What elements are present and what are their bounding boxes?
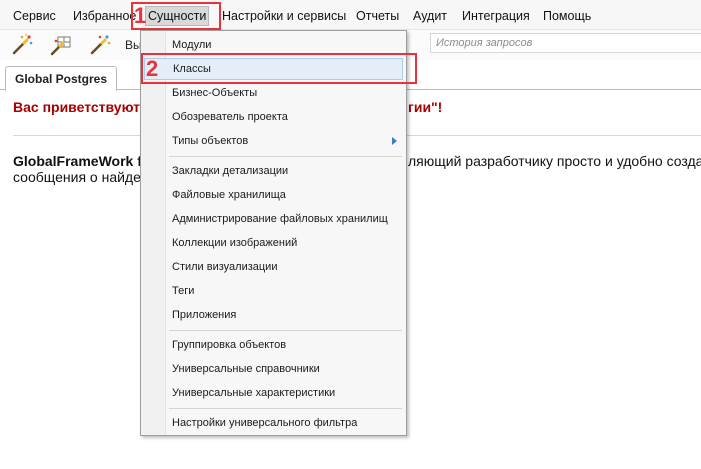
menu-item-business-objects[interactable]: Бизнес-Объекты <box>144 82 403 104</box>
menu-integration[interactable]: Интеграция <box>460 7 532 25</box>
menu-reports[interactable]: Отчеты <box>354 7 401 25</box>
annotation-box-2 <box>141 53 417 84</box>
menu-help[interactable]: Помощь <box>541 7 593 25</box>
menu-bar: Сервис Избранное Сущности Настройки и се… <box>0 0 701 30</box>
annotation-number-1: 1 <box>134 3 147 28</box>
menu-audit[interactable]: Аудит <box>411 7 449 25</box>
menu-service[interactable]: Сервис <box>11 7 58 25</box>
menu-separator <box>169 408 402 409</box>
menu-item-object-types-label: Типы объектов <box>172 135 249 147</box>
submenu-arrow-icon <box>392 137 397 145</box>
welcome-heading: Вас приветствуют р <box>13 99 153 115</box>
menu-item-universal-filter-settings[interactable]: Настройки универсального фильтра <box>144 412 403 434</box>
menu-item-universal-references[interactable]: Универсальные справочники <box>144 358 403 380</box>
menu-item-visual-styles[interactable]: Стили визуализации <box>144 256 403 278</box>
description-text-end: ляющий разработчику просто и удобно созд… <box>408 153 701 169</box>
menu-item-object-grouping[interactable]: Группировка объектов <box>144 334 403 356</box>
tab-global-postgres[interactable]: Global Postgres <box>5 66 117 91</box>
entities-dropdown-menu: Модули Классы Бизнес-Объекты Обозревател… <box>140 30 407 436</box>
menu-item-image-collections[interactable]: Коллекции изображений <box>144 232 403 254</box>
history-search-input[interactable] <box>430 33 701 53</box>
menu-item-file-storages[interactable]: Файловые хранилища <box>144 184 403 206</box>
description-bold: GlobalFrameWork fo <box>13 153 151 169</box>
menu-item-project-explorer[interactable]: Обозреватель проекта <box>144 106 403 128</box>
menu-settings-services[interactable]: Настройки и сервисы <box>220 7 348 25</box>
description-line-2: сообщения о найден <box>13 169 149 185</box>
magic-wand-icon[interactable] <box>9 33 35 57</box>
magic-wand-icon[interactable] <box>87 33 113 57</box>
menu-item-object-types[interactable]: Типы объектов <box>144 130 403 152</box>
menu-separator <box>169 156 402 157</box>
menu-item-file-storage-admin[interactable]: Администрирование файловых хранилищ <box>144 208 403 230</box>
menu-separator <box>169 330 402 331</box>
annotation-number-2: 2 <box>146 56 159 81</box>
menu-item-detail-bookmarks[interactable]: Закладки детализации <box>144 160 403 182</box>
description-text: GlobalFrameWork fo <box>13 153 150 169</box>
welcome-heading-end: гии"! <box>408 99 443 115</box>
menu-item-applications[interactable]: Приложения <box>144 304 403 326</box>
menu-item-tags[interactable]: Теги <box>144 280 403 302</box>
magic-wand-grid-icon[interactable] <box>48 33 74 57</box>
menu-favorites[interactable]: Избранное <box>71 7 138 25</box>
menu-item-universal-characteristics[interactable]: Универсальные характеристики <box>144 382 403 404</box>
